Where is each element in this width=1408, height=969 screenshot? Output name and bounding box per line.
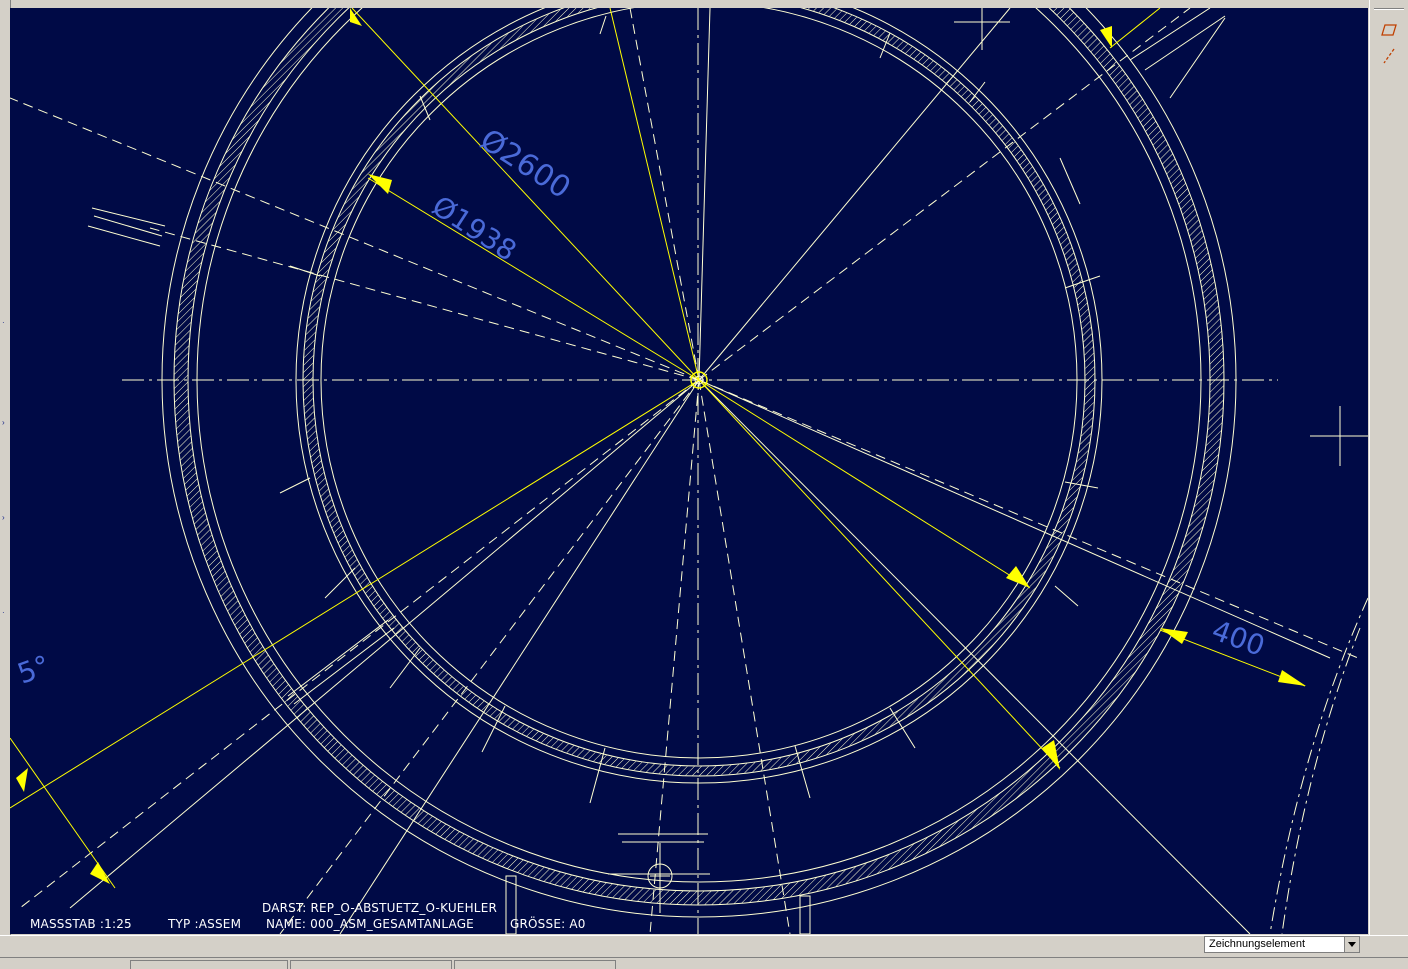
chevron-down-icon[interactable]: [1344, 937, 1359, 952]
radial-lines: [69, 8, 1331, 934]
right-toolbar: [1369, 0, 1408, 935]
center-lines: [122, 8, 1278, 934]
dimension-arrows: [16, 8, 1306, 884]
drawing-viewport[interactable]: Ø2600 Ø1938 400 5° DARST: REP_O-ABSTUETZ…: [10, 8, 1368, 934]
inner-shell: [295, 8, 1103, 784]
title-darst: DARST: REP_O-ABSTUETZ_O-KUEHLER: [262, 901, 498, 915]
cad-drawing: Ø2600 Ø1938 400 5°: [10, 8, 1368, 934]
crosshair-markers: [608, 8, 1368, 913]
toolbar-separator: [1374, 8, 1404, 10]
title-name: NAME: 000_ASM_GESAMTANLAGE: [266, 917, 474, 931]
title-massstab: MASSSTAB :1:25: [30, 917, 132, 931]
selection-filter-value: Zeichnungselement: [1209, 938, 1306, 950]
side-curve: [1269, 597, 1368, 934]
tick-marks: [279, 15, 1101, 804]
statusbar: Zeichnungselement: [0, 935, 1408, 958]
bottom-tab[interactable]: [130, 960, 288, 969]
selection-filter-dropdown[interactable]: Zeichnungselement: [1204, 936, 1360, 953]
title-groesse: GRÖSSE: A0: [510, 917, 586, 931]
left-edge-marker: ·: [2, 608, 5, 617]
title-typ: TYP :ASSEM: [168, 917, 242, 931]
dashed-line-icon[interactable]: [1378, 46, 1400, 66]
nozzle-details: [87, 8, 1226, 934]
left-edge-marker: ·: [2, 318, 5, 327]
bottom-tab[interactable]: [290, 960, 452, 969]
dimension-labels: Ø2600 Ø1938 400 5°: [13, 122, 1269, 690]
angle-label: 5°: [13, 649, 54, 691]
outer-shell: [161, 8, 1237, 918]
bottom-tab-strip: [0, 957, 1408, 969]
left-edge-marker: ›: [2, 418, 5, 427]
parallelogram-icon[interactable]: [1378, 20, 1400, 40]
inner-diameter-label: Ø1938: [426, 189, 522, 267]
wall-offset-label: 400: [1208, 614, 1270, 663]
bottom-tab[interactable]: [454, 960, 616, 969]
left-edge-marker: ›: [2, 513, 5, 522]
